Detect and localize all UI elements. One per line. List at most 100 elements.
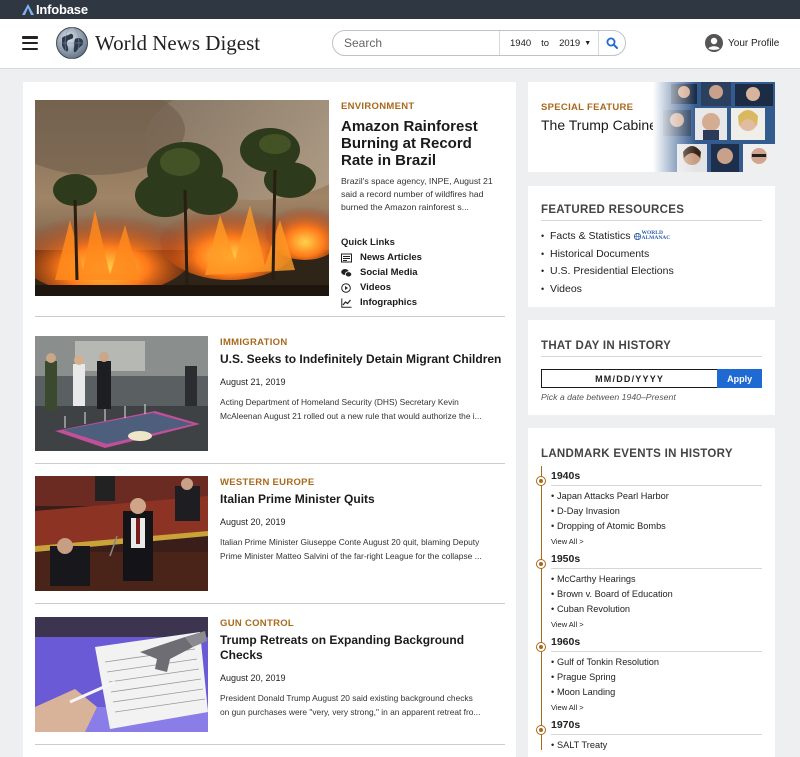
chevron-down-icon[interactable]: ▼ <box>584 40 591 47</box>
that-day-title: That Day in History <box>541 340 672 352</box>
event-link[interactable]: • Gulf of Tonkin Resolution <box>551 657 762 667</box>
story-card: Western Europe Italian Prime Minister Qu… <box>35 476 505 591</box>
event-label: Gulf of Tonkin Resolution <box>557 657 659 667</box>
menu-icon[interactable] <box>22 36 38 50</box>
resource-facts-statistics[interactable]: • Facts & Statistics WORLD ALMANAC <box>541 230 762 242</box>
feature-summary: Brazil's space agency, INPE, August 21 s… <box>341 176 493 212</box>
event-link[interactable]: • D-Day Invasion <box>551 506 762 516</box>
infobase-logo-text: Infobase <box>36 2 88 17</box>
infobase-topbar: Infobase <box>0 0 800 19</box>
world-almanac-logo: WORLD ALMANAC <box>633 230 671 242</box>
quick-link-label: Infographics <box>360 297 418 308</box>
decade-1960s: 1960s • Gulf of Tonkin Resolution • Prague… <box>536 632 762 715</box>
quick-link-social-media[interactable]: Social Media <box>341 267 505 278</box>
newspaper-icon <box>341 253 352 262</box>
story-summary: Acting Department of Homeland Security (… <box>220 395 505 423</box>
profile-link[interactable]: Your Profile <box>705 34 779 52</box>
quick-link-infographics[interactable]: Infographics <box>341 297 505 308</box>
view-all-link[interactable]: View All > <box>551 620 584 629</box>
bullet-icon: • <box>541 248 545 259</box>
landmark-events-card: Landmark Events in History 1940s • Japan … <box>528 428 775 757</box>
year-from[interactable]: 1940 <box>507 38 534 49</box>
quick-link-videos[interactable]: Videos <box>341 282 505 293</box>
story-summary-line: Prime Minister Matteo Salvini of the far… <box>220 551 482 561</box>
apply-button[interactable]: Apply <box>717 369 762 388</box>
story-headline[interactable]: Trump Retreats on Expanding Background C… <box>220 633 505 663</box>
story-date: August 20, 2019 <box>220 673 286 683</box>
world-almanac-line2: ALMANAC <box>641 235 671 241</box>
event-label: Cuban Revolution <box>557 604 631 614</box>
resource-label: Facts & Statistics <box>550 230 631 242</box>
resource-label: Videos <box>550 282 582 295</box>
featured-resources-list: • Facts & Statistics WORLD ALMANAC • His… <box>541 230 762 295</box>
featured-resources-card: Featured Resources • Facts & Statistics … <box>528 186 775 307</box>
story-summary-line: President Donald Trump August 20 said ex… <box>220 693 473 703</box>
feature-category[interactable]: Environment <box>341 101 505 112</box>
story-category[interactable]: Western Europe <box>220 477 505 488</box>
resource-videos[interactable]: • Videos <box>541 283 762 295</box>
landmark-timeline: 1940s • Japan Attacks Pearl Harbor • D-Day… <box>536 466 762 750</box>
search-input[interactable] <box>333 31 499 55</box>
decade-1940s: 1940s • Japan Attacks Pearl Harbor • D-Day… <box>536 466 762 549</box>
search-button[interactable] <box>598 31 625 55</box>
story-card: Immigration U.S. Seeks to Indefinitely D… <box>35 336 505 451</box>
event-link[interactable]: • Moon Landing <box>551 687 762 697</box>
event-link[interactable]: • Dropping of Atomic Bombs <box>551 521 762 531</box>
year-range-selector[interactable]: 1940 to 2019 ▼ <box>499 31 598 55</box>
event-link[interactable]: • McCarthy Hearings <box>551 574 762 584</box>
story-image-parliament[interactable] <box>35 476 208 591</box>
resource-historical-documents[interactable]: • Historical Documents <box>541 248 762 260</box>
bullet-icon: • <box>541 266 545 276</box>
view-all-link[interactable]: View All > <box>551 703 584 712</box>
decade-1970s: 1970s • SALT Treaty <box>536 715 762 750</box>
special-feature-title[interactable]: The Trump Cabinet <box>541 117 661 133</box>
search-bar: 1940 to 2019 ▼ <box>332 30 626 56</box>
bullet-icon: • <box>541 231 545 241</box>
event-link[interactable]: • Prague Spring <box>551 672 762 682</box>
event-label: D-Day Invasion <box>557 506 620 516</box>
year-to[interactable]: 2019 <box>556 38 583 49</box>
decade-heading[interactable]: 1950s <box>536 549 762 569</box>
infobase-logo[interactable]: Infobase <box>22 2 88 17</box>
special-feature-card[interactable]: Special Feature The Trump Cabinet <box>528 82 775 172</box>
event-link[interactable]: • SALT Treaty <box>551 740 762 750</box>
decade-label: 1970s <box>551 719 581 731</box>
story-headline[interactable]: Italian Prime Minister Quits <box>220 492 505 507</box>
event-label: Brown v. Board of Education <box>557 589 673 599</box>
event-link[interactable]: • Japan Attacks Pearl Harbor <box>551 491 762 501</box>
globe-icon[interactable] <box>56 27 88 59</box>
view-all-link[interactable]: View All > <box>551 537 584 546</box>
divider <box>541 220 762 221</box>
feature-image-wildfire[interactable] <box>35 100 329 296</box>
resource-label: Historical Documents <box>550 247 650 260</box>
decade-heading[interactable]: 1970s <box>536 715 762 735</box>
divider <box>35 603 505 604</box>
decade-heading[interactable]: 1940s <box>536 466 762 486</box>
quick-link-label: Social Media <box>360 267 418 278</box>
resource-label: U.S. Presidential Elections <box>550 265 674 277</box>
story-text: Gun Control Trump Retreats on Expanding … <box>220 618 505 719</box>
feature-headline[interactable]: Amazon Rainforest Burning at Record Rate… <box>341 118 505 169</box>
site-header: World News Digest 1940 to 2019 ▼ Your Pr… <box>0 19 800 69</box>
timeline-dot-icon <box>536 559 546 569</box>
quick-link-news-articles[interactable]: News Articles <box>341 252 505 263</box>
story-headline[interactable]: U.S. Seeks to Indefinitely Detain Migran… <box>220 352 505 367</box>
story-date: August 21, 2019 <box>220 377 286 387</box>
site-title[interactable]: World News Digest <box>95 31 260 56</box>
story-category[interactable]: Immigration <box>220 337 505 348</box>
profile-label: Your Profile <box>728 37 780 49</box>
date-hint: Pick a date between 1940–Present <box>541 392 676 402</box>
story-category[interactable]: Gun Control <box>220 618 505 629</box>
timeline-dot-icon <box>536 476 546 486</box>
special-feature-category: Special Feature <box>541 102 634 113</box>
date-input[interactable] <box>541 369 718 388</box>
that-day-in-history-card: That Day in History Apply Pick a date be… <box>528 320 775 415</box>
infobase-triangle-icon <box>22 4 34 15</box>
story-image-background-check[interactable] <box>35 617 208 732</box>
decade-heading[interactable]: 1960s <box>536 632 762 652</box>
event-link[interactable]: • Brown v. Board of Education <box>551 589 762 599</box>
event-link[interactable]: • Cuban Revolution <box>551 604 762 614</box>
resource-presidential-elections[interactable]: • U.S. Presidential Elections <box>541 265 762 277</box>
decade-label: 1940s <box>551 470 581 482</box>
story-image-detention[interactable] <box>35 336 208 451</box>
